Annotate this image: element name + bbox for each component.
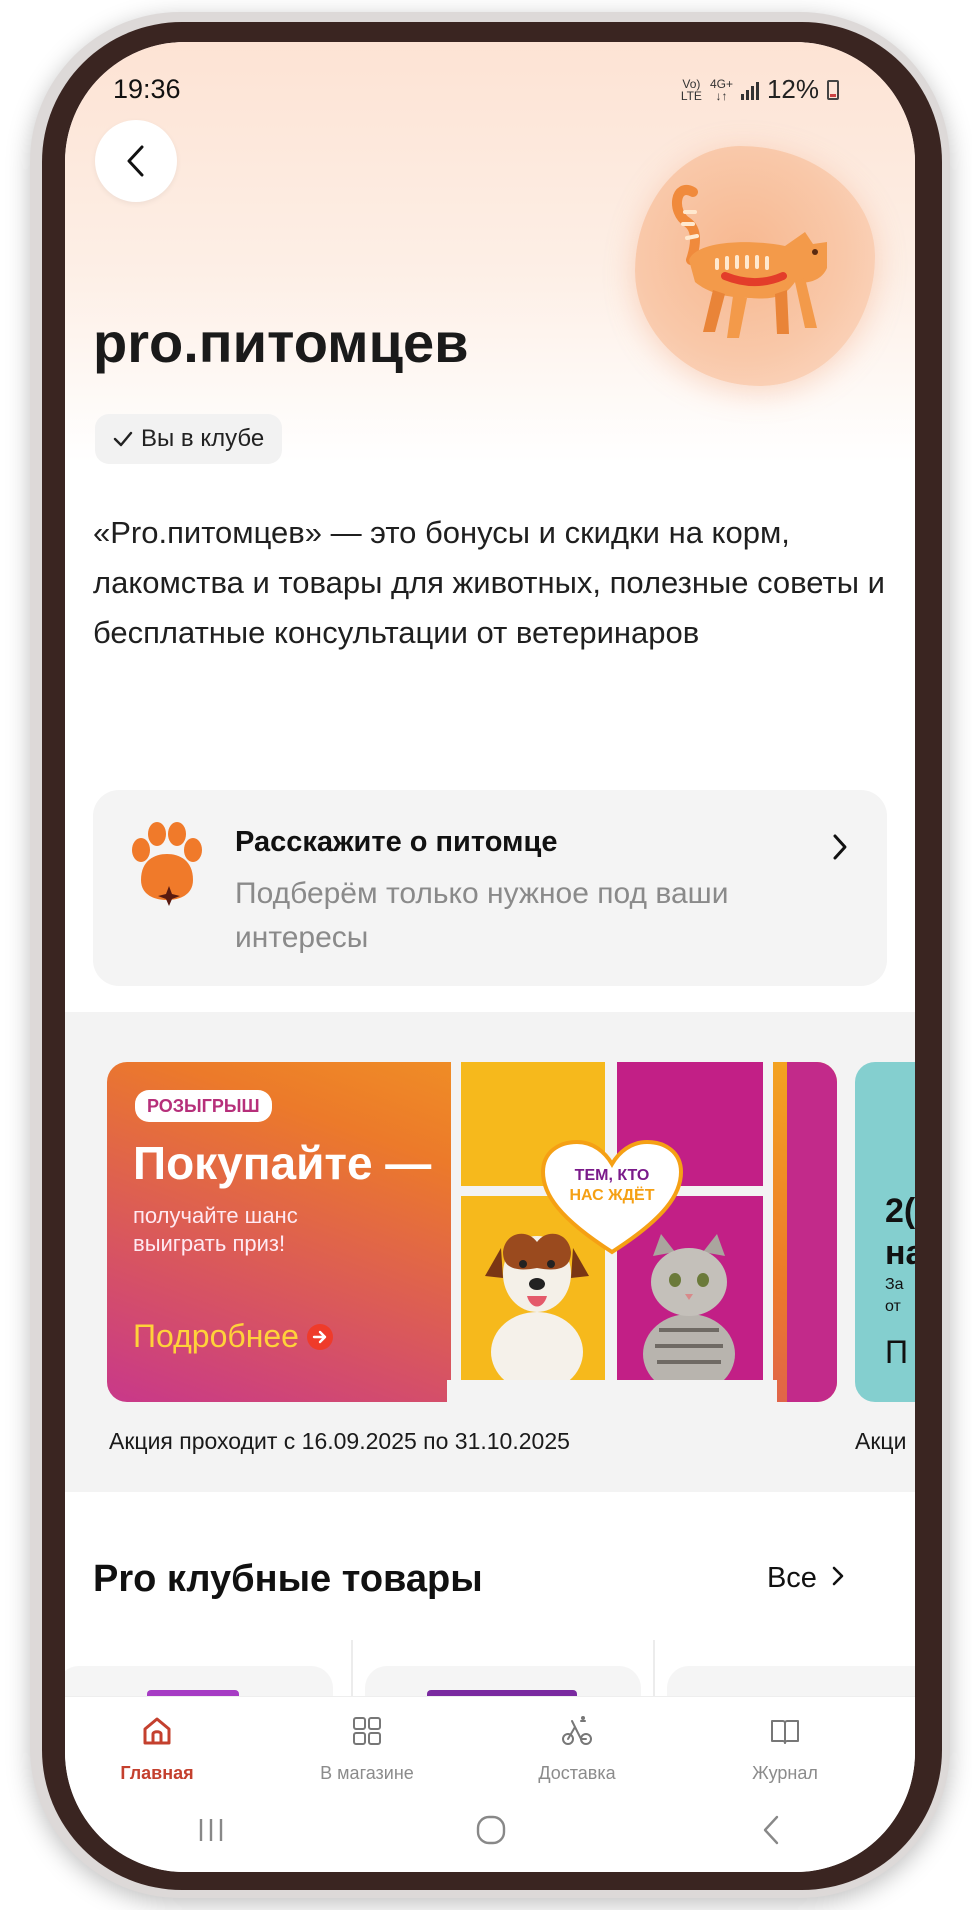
club-description: «Pro.питомцев» — это бонусы и скидки на …: [93, 515, 885, 650]
tab-delivery-label: Доставка: [538, 1763, 616, 1783]
promo-headline: Покупайте —: [133, 1137, 432, 1189]
grid-icon: [353, 1717, 381, 1745]
battery-percent: 12%: [766, 74, 819, 104]
cat-icon: [672, 185, 827, 338]
status-time: 19:36: [113, 74, 181, 104]
bottom-tab-bar: Главная В магазине Доставка Журнал: [65, 1696, 915, 1797]
delivery-icon: [562, 1716, 592, 1745]
heart-badge-text: ТЕМ, КТО НАС ЖДЁТ: [569, 1167, 655, 1204]
tab-in-store-label: В магазине: [320, 1763, 414, 1783]
status-bar: 19:36 Vo) LTE 4G+ ↓↑ 12%: [65, 70, 915, 110]
tab-home-label: Главная: [120, 1763, 194, 1783]
chevron-left-icon: [127, 145, 144, 177]
battery-icon: [827, 79, 839, 100]
page-title: pro.питомцев: [93, 311, 469, 374]
pet-card-subtitle: Подберём только нужное под ваши интересы: [235, 877, 729, 954]
tab-delivery[interactable]: Доставка: [497, 1697, 657, 1797]
promo-card-giveaway[interactable]: РОЗЫГРЫШ Покупайте — получайте шанс выиг…: [107, 1062, 837, 1402]
promo-dates-next: Акци: [855, 1428, 907, 1454]
promo-subline: получайте шанс выиграть приз!: [133, 1203, 298, 1256]
tell-about-pet-card[interactable]: Расскажите о питомце Подберём только нуж…: [93, 790, 887, 986]
arrow-right-icon: [306, 1323, 333, 1350]
section-title-club-products: Pro клубные товары: [93, 1558, 483, 1600]
chevron-right-icon: [833, 834, 847, 860]
paw-icon: [132, 822, 202, 906]
see-all-label: Все: [766, 1562, 817, 1594]
tab-journal[interactable]: Журнал: [705, 1697, 865, 1797]
back-button[interactable]: [95, 120, 177, 202]
check-icon: [113, 431, 133, 447]
home-icon: [143, 1717, 171, 1745]
promo-more-link[interactable]: Подробнее: [133, 1318, 333, 1355]
book-icon: [771, 1720, 799, 1744]
membership-badge: Вы в клубе: [95, 414, 283, 464]
chevron-right-icon: [832, 1566, 844, 1586]
system-nav-bar: [65, 1796, 915, 1872]
volte-icon: Vo) LTE: [680, 76, 702, 103]
tab-in-store[interactable]: В магазине: [287, 1697, 447, 1797]
home-circle-icon[interactable]: [461, 1810, 521, 1850]
signal-icon: [740, 80, 759, 100]
promo-more-label: Подробнее: [133, 1318, 299, 1354]
tab-journal-label: Журнал: [752, 1763, 818, 1783]
promo-tag: РОЗЫГРЫШ: [135, 1090, 272, 1122]
membership-badge-label: Вы в клубе: [141, 425, 265, 452]
promo-dates: Акция проходит с 16.09.2025 по 31.10.202…: [109, 1428, 570, 1454]
pet-card-title: Расскажите о питомце: [235, 826, 558, 858]
tab-home[interactable]: Главная: [77, 1697, 237, 1797]
status-icons: Vo) LTE 4G+ ↓↑ 12%: [681, 74, 839, 105]
recent-apps-icon[interactable]: [181, 1810, 241, 1850]
see-all-link[interactable]: Все: [767, 1562, 845, 1595]
phone-screen: 19:36 Vo) LTE 4G+ ↓↑ 12% pro.питомцев Вы…: [65, 42, 915, 1872]
promo-card-next[interactable]: 2( на За от П: [855, 1062, 915, 1402]
back-icon[interactable]: [741, 1810, 801, 1850]
promo-window-illustration: ТЕМ, КТО НАС ЖДЁТ: [447, 1062, 777, 1402]
network-4g-icon: 4G+ ↓↑: [709, 76, 733, 103]
